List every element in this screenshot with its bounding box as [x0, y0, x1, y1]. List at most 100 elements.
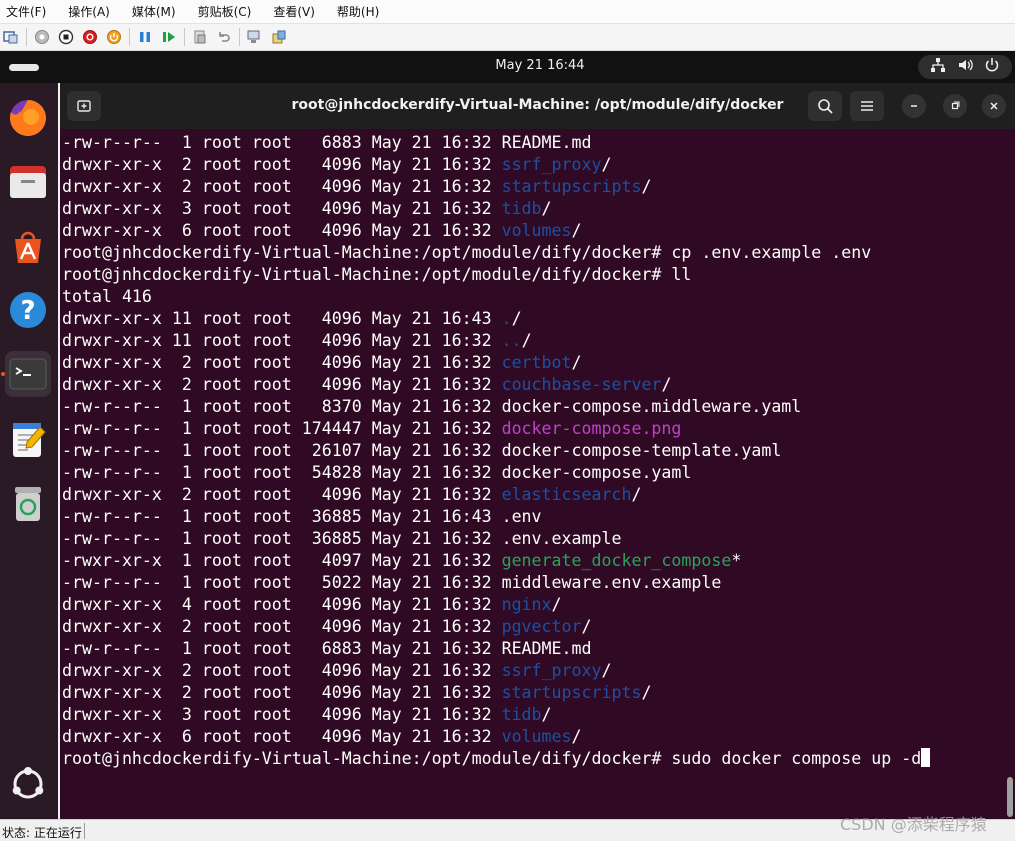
pause-icon[interactable]	[136, 28, 154, 46]
volume-icon	[957, 57, 973, 77]
trash-icon[interactable]	[5, 481, 51, 527]
file-metadata: drwxr-xr-x 6 root root 4096 May 21 16:32	[62, 221, 502, 240]
file-name: README.md	[501, 133, 592, 152]
status-separator	[84, 823, 85, 839]
files-icon[interactable]	[5, 159, 51, 205]
settings-icon[interactable]	[2, 28, 20, 46]
terminal-line: drwxr-xr-x 11 root root 4096 May 21 16:3…	[62, 330, 1002, 352]
file-metadata: -rw-r--r-- 1 root root 6883 May 21 16:32	[62, 133, 502, 152]
shell-command: sudo docker compose up -d	[671, 749, 922, 768]
power-icon	[984, 57, 1000, 77]
shutdown-icon[interactable]	[105, 28, 123, 46]
host-menu-file[interactable]: 文件(F)	[6, 3, 46, 20]
share-icon[interactable]	[270, 28, 288, 46]
terminal-line: drwxr-xr-x 2 root root 4096 May 21 16:32…	[62, 682, 1002, 704]
file-type-indicator: /	[631, 485, 642, 504]
terminal-line: -rw-r--r-- 1 root root 36885 May 21 16:4…	[62, 506, 1002, 528]
terminal-line: total 416	[62, 286, 1002, 308]
terminal-line: -rw-r--r-- 1 root root 174447 May 21 16:…	[62, 418, 1002, 440]
terminal-line: root@jnhcdockerdify-Virtual-Machine:/opt…	[62, 748, 1002, 770]
resume-icon[interactable]	[160, 28, 178, 46]
terminal-output[interactable]: -rw-r--r-- 1 root root 6883 May 21 16:32…	[62, 132, 1002, 770]
shell-command: cp .env.example .env	[671, 243, 872, 262]
host-menu-clipboard[interactable]: 剪贴板(C)	[198, 3, 252, 20]
toolbar-separator	[26, 28, 27, 46]
terminal-line: drwxr-xr-x 2 root root 4096 May 21 16:32…	[62, 616, 1002, 638]
host-menubar: 文件(F) 操作(A) 媒体(M) 剪贴板(C) 查看(V) 帮助(H)	[0, 0, 1015, 24]
terminal-line: drwxr-xr-x 2 root root 4096 May 21 16:32…	[62, 176, 1002, 198]
clock[interactable]: May 21 16:44	[0, 58, 1015, 73]
file-type-indicator: /	[551, 595, 562, 614]
file-type-indicator: *	[731, 551, 742, 570]
dock: ?	[0, 83, 58, 819]
toolbar-separator	[239, 28, 240, 46]
terminal-line: drwxr-xr-x 3 root root 4096 May 21 16:32…	[62, 198, 1002, 220]
file-metadata: -rw-r--r-- 1 root root 26107 May 21 16:3…	[62, 441, 502, 460]
terminal-line: drwxr-xr-x 6 root root 4096 May 21 16:32…	[62, 220, 1002, 242]
maximize-button[interactable]	[943, 94, 967, 118]
file-name: elasticsearch	[501, 485, 632, 504]
revert-icon[interactable]	[215, 28, 233, 46]
help-icon[interactable]: ?	[5, 287, 51, 333]
file-name: volumes	[501, 221, 572, 240]
terminal-line: root@jnhcdockerdify-Virtual-Machine:/opt…	[62, 242, 1002, 264]
shell-prompt: root@jnhcdockerdify-Virtual-Machine:/opt…	[62, 265, 672, 284]
network-icon	[930, 57, 946, 77]
enhanced-session-icon[interactable]	[246, 28, 264, 46]
terminal-line: drwxr-xr-x 2 root root 4096 May 21 16:32…	[62, 352, 1002, 374]
file-metadata: drwxr-xr-x 4 root root 4096 May 21 16:32	[62, 595, 502, 614]
shell-command: ll	[671, 265, 692, 284]
terminal-header-bar[interactable]: root@jnhcdockerdify-Virtual-Machine: /op…	[60, 83, 1015, 129]
file-type-indicator: /	[511, 309, 522, 328]
terminal-window[interactable]: root@jnhcdockerdify-Virtual-Machine: /op…	[60, 83, 1015, 819]
output-text: total 416	[62, 287, 152, 306]
menu-button[interactable]	[850, 91, 884, 121]
reset-icon[interactable]	[81, 28, 99, 46]
terminal-line: -rwxr-xr-x 1 root root 4097 May 21 16:32…	[62, 550, 1002, 572]
file-type-indicator: /	[541, 705, 552, 724]
app-center-icon[interactable]	[5, 223, 51, 269]
host-menu-help[interactable]: 帮助(H)	[337, 3, 379, 20]
ctrl-alt-del-icon[interactable]	[33, 28, 51, 46]
terminal-line: -rw-r--r-- 1 root root 6883 May 21 16:32…	[62, 132, 1002, 154]
checkpoint-icon[interactable]	[191, 28, 209, 46]
firefox-icon[interactable]	[5, 95, 51, 141]
ubuntu-topbar: May 21 16:44	[0, 51, 1015, 83]
terminal-icon[interactable]	[5, 351, 51, 397]
minimize-button[interactable]	[902, 94, 926, 118]
file-type-indicator: /	[601, 661, 612, 680]
file-name: startupscripts	[501, 177, 642, 196]
system-tray[interactable]	[918, 55, 1012, 79]
hamburger-icon	[861, 101, 873, 111]
close-button[interactable]	[982, 94, 1006, 118]
file-metadata: drwxr-xr-x 2 root root 4096 May 21 16:32	[62, 177, 502, 196]
toolbar-separator	[129, 28, 130, 46]
stop-icon[interactable]	[57, 28, 75, 46]
terminal-scrollbar[interactable]	[1007, 777, 1013, 817]
file-type-indicator: /	[521, 331, 532, 350]
terminal-line: root@jnhcdockerdify-Virtual-Machine:/opt…	[62, 264, 1002, 286]
terminal-line: -rw-r--r-- 1 root root 36885 May 21 16:3…	[62, 528, 1002, 550]
show-apps-icon[interactable]	[5, 761, 51, 807]
file-metadata: drwxr-xr-x 2 root root 4096 May 21 16:32	[62, 375, 502, 394]
file-type-indicator: /	[581, 617, 592, 636]
file-name: .	[501, 309, 512, 328]
search-icon	[818, 99, 833, 114]
file-name: docker-compose.png	[501, 419, 682, 438]
terminal-line: drwxr-xr-x 4 root root 4096 May 21 16:32…	[62, 594, 1002, 616]
host-menu-media[interactable]: 媒体(M)	[132, 3, 176, 20]
search-button[interactable]	[808, 91, 842, 121]
text-editor-icon[interactable]	[5, 417, 51, 463]
file-metadata: drwxr-xr-x 2 root root 4096 May 21 16:32	[62, 617, 502, 636]
file-name: pgvector	[501, 617, 582, 636]
minimize-icon	[911, 105, 917, 107]
file-name: docker-compose-template.yaml	[501, 441, 782, 460]
terminal-line: -rw-r--r-- 1 root root 5022 May 21 16:32…	[62, 572, 1002, 594]
host-menu-view[interactable]: 查看(V)	[273, 3, 315, 20]
file-name: tidb	[501, 705, 542, 724]
file-name: middleware.env.example	[501, 573, 722, 592]
file-name: volumes	[501, 727, 572, 746]
host-menu-action[interactable]: 操作(A)	[68, 3, 110, 20]
terminal-line: drwxr-xr-x 6 root root 4096 May 21 16:32…	[62, 726, 1002, 748]
file-name: nginx	[501, 595, 552, 614]
